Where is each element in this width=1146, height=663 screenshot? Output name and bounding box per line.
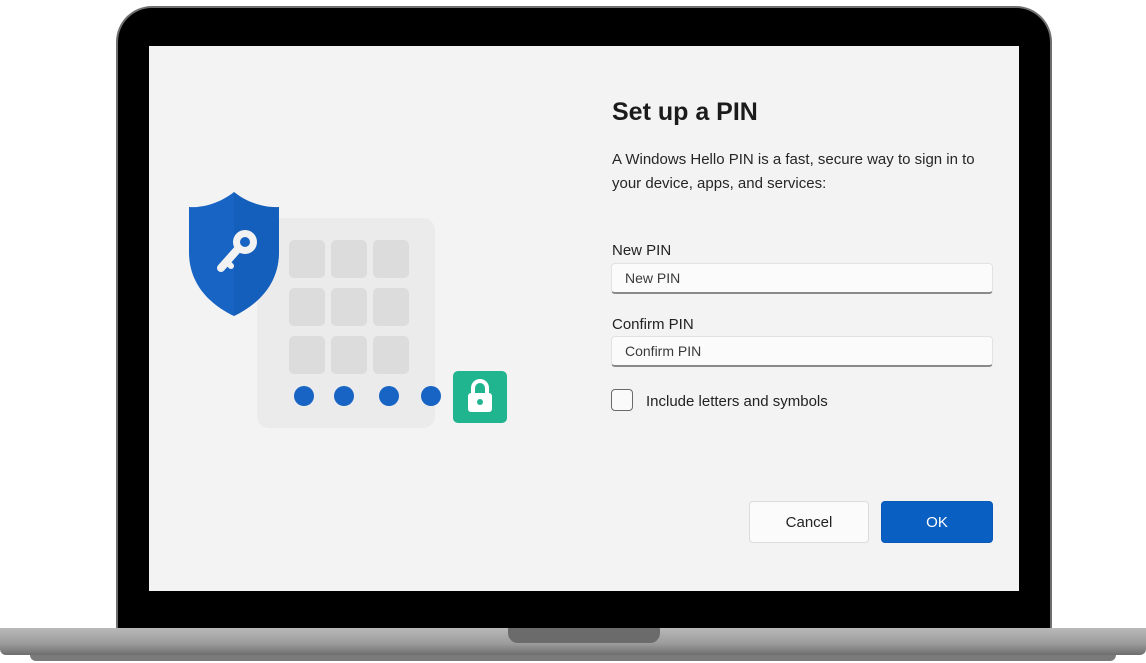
keypad-key	[373, 336, 409, 374]
dialog-title: Set up a PIN	[612, 98, 758, 126]
pin-dot	[334, 386, 354, 406]
dialog-description: A Windows Hello PIN is a fast, secure wa…	[612, 151, 975, 192]
confirm-pin-label: Confirm PIN	[612, 316, 694, 333]
new-pin-label: New PIN	[612, 242, 672, 259]
keypad-key	[289, 288, 325, 326]
laptop-base-shadow	[30, 655, 1116, 661]
include-letters-label[interactable]: Include letters and symbols	[646, 393, 828, 410]
pin-dot	[294, 386, 314, 406]
keypad-key	[373, 288, 409, 326]
new-pin-input[interactable]	[611, 263, 993, 294]
keypad-key	[289, 336, 325, 374]
shield-key-icon	[187, 190, 281, 318]
keypad-key	[289, 240, 325, 278]
include-letters-checkbox[interactable]	[611, 389, 633, 411]
pin-dot	[421, 386, 441, 406]
keypad-key	[331, 336, 367, 374]
keypad-key	[331, 288, 367, 326]
lock-icon	[453, 371, 507, 423]
pin-dot	[379, 386, 399, 406]
keypad-key	[373, 240, 409, 278]
keypad-key	[331, 240, 367, 278]
ok-button[interactable]: OK	[881, 501, 993, 543]
screen: Set up a PIN A Windows Hello PIN is a fa…	[149, 46, 1019, 591]
confirm-pin-input[interactable]	[611, 336, 993, 367]
laptop-notch	[508, 628, 660, 643]
cancel-button[interactable]: Cancel	[749, 501, 869, 543]
